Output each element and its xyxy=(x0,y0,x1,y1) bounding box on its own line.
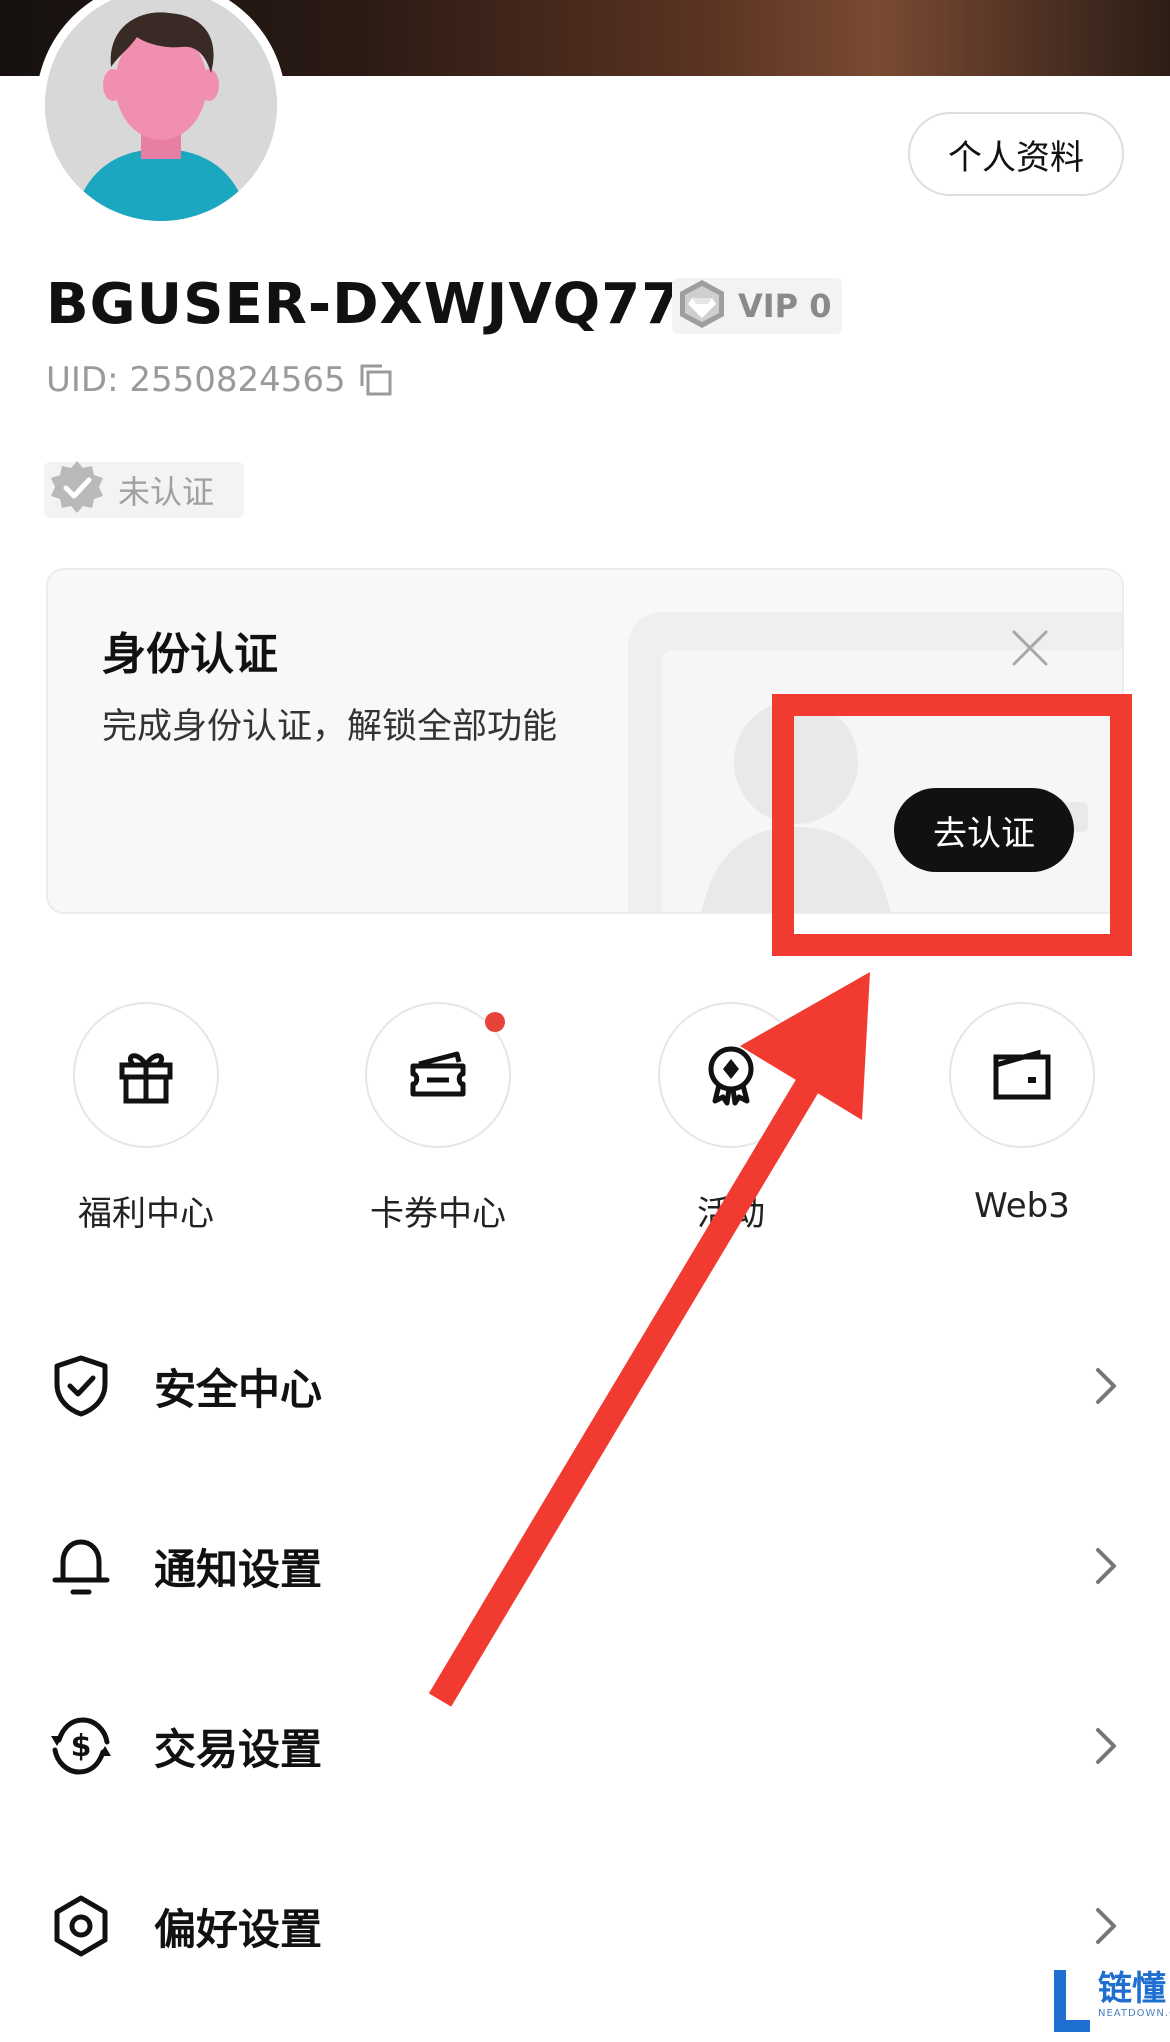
dollar-cycle-icon: $ xyxy=(46,1711,116,1781)
notification-dot xyxy=(485,1012,505,1032)
diamond-icon xyxy=(676,278,728,334)
menu-item-label: 交易设置 xyxy=(154,1724,323,1774)
quick-action-coupon-center[interactable]: 卡券中心 xyxy=(328,1002,548,1235)
annotation-highlight-box xyxy=(772,694,1132,956)
menu-item-label: 通知设置 xyxy=(154,1544,323,1594)
menu-item-label: 偏好设置 xyxy=(154,1904,323,1954)
shield-check-icon xyxy=(46,1351,116,1421)
watermark-logo: 链懂 NEATDOWN.COM xyxy=(1050,1970,1170,2036)
watermark-sub-text: NEATDOWN.COM xyxy=(1098,2008,1170,2019)
quick-action-circle xyxy=(658,1002,804,1148)
quick-action-activities[interactable]: 活动 xyxy=(621,1002,841,1235)
quick-action-label: 卡券中心 xyxy=(370,1194,506,1234)
avatar[interactable] xyxy=(36,0,286,230)
vip-badge[interactable]: VIP 0 xyxy=(672,278,842,334)
bell-icon xyxy=(46,1531,116,1601)
verified-seal-icon xyxy=(48,459,106,521)
watermark-main-text: 链懂 xyxy=(1098,1969,1166,2009)
chevron-right-icon xyxy=(1096,1908,1116,1944)
menu-item-security-center[interactable]: 安全中心 xyxy=(0,1326,1170,1446)
quick-action-web3[interactable]: Web3 xyxy=(912,1002,1132,1226)
quick-action-label: 活动 xyxy=(697,1194,765,1234)
quick-actions-row: 福利中心 卡券中心 活动 Web3 xyxy=(0,1002,1170,1234)
quick-action-circle xyxy=(365,1002,511,1148)
award-icon xyxy=(708,1046,754,1106)
chevron-right-icon xyxy=(1096,1368,1116,1404)
avatar-image xyxy=(45,0,277,221)
copy-icon[interactable] xyxy=(358,362,394,398)
quick-action-circle xyxy=(949,1002,1095,1148)
profile-button[interactable]: 个人资料 xyxy=(908,112,1124,196)
quick-action-welfare-center[interactable]: 福利中心 xyxy=(36,1002,256,1235)
verification-status-badge[interactable]: 未认证 xyxy=(44,459,244,521)
verification-status-text: 未认证 xyxy=(118,473,215,511)
menu-item-preference-settings[interactable]: 偏好设置 xyxy=(0,1866,1170,1986)
quick-action-circle xyxy=(73,1002,219,1148)
quick-action-label: 福利中心 xyxy=(78,1194,214,1234)
menu-item-notification-settings[interactable]: 通知设置 xyxy=(0,1506,1170,1626)
gift-icon xyxy=(119,1053,173,1104)
svg-text:$: $ xyxy=(71,1729,92,1764)
menu-item-trading-settings[interactable]: $ 交易设置 xyxy=(0,1686,1170,1806)
vip-level: VIP 0 xyxy=(738,287,832,325)
card-title: 身份认证 xyxy=(102,629,278,680)
watermark-text: 链懂 NEATDOWN.COM xyxy=(1098,1970,1170,2019)
uid-row: UID: 2550824565 xyxy=(46,360,394,400)
chevron-right-icon xyxy=(1096,1728,1116,1764)
menu-item-label: 安全中心 xyxy=(154,1364,323,1414)
card-subtitle: 完成身份认证，解锁全部功能 xyxy=(102,707,558,747)
wallet-icon xyxy=(993,1049,1051,1100)
uid-text: UID: 2550824565 xyxy=(46,360,346,400)
coupon-icon xyxy=(410,1051,466,1097)
close-icon[interactable] xyxy=(1008,626,1052,670)
chevron-right-icon xyxy=(1096,1548,1116,1584)
watermark-l-icon xyxy=(1054,1970,1090,2032)
username: BGUSER-DXWJVQ77 xyxy=(46,272,682,337)
quick-action-label: Web3 xyxy=(974,1186,1070,1226)
hexagon-settings-icon xyxy=(46,1891,116,1961)
